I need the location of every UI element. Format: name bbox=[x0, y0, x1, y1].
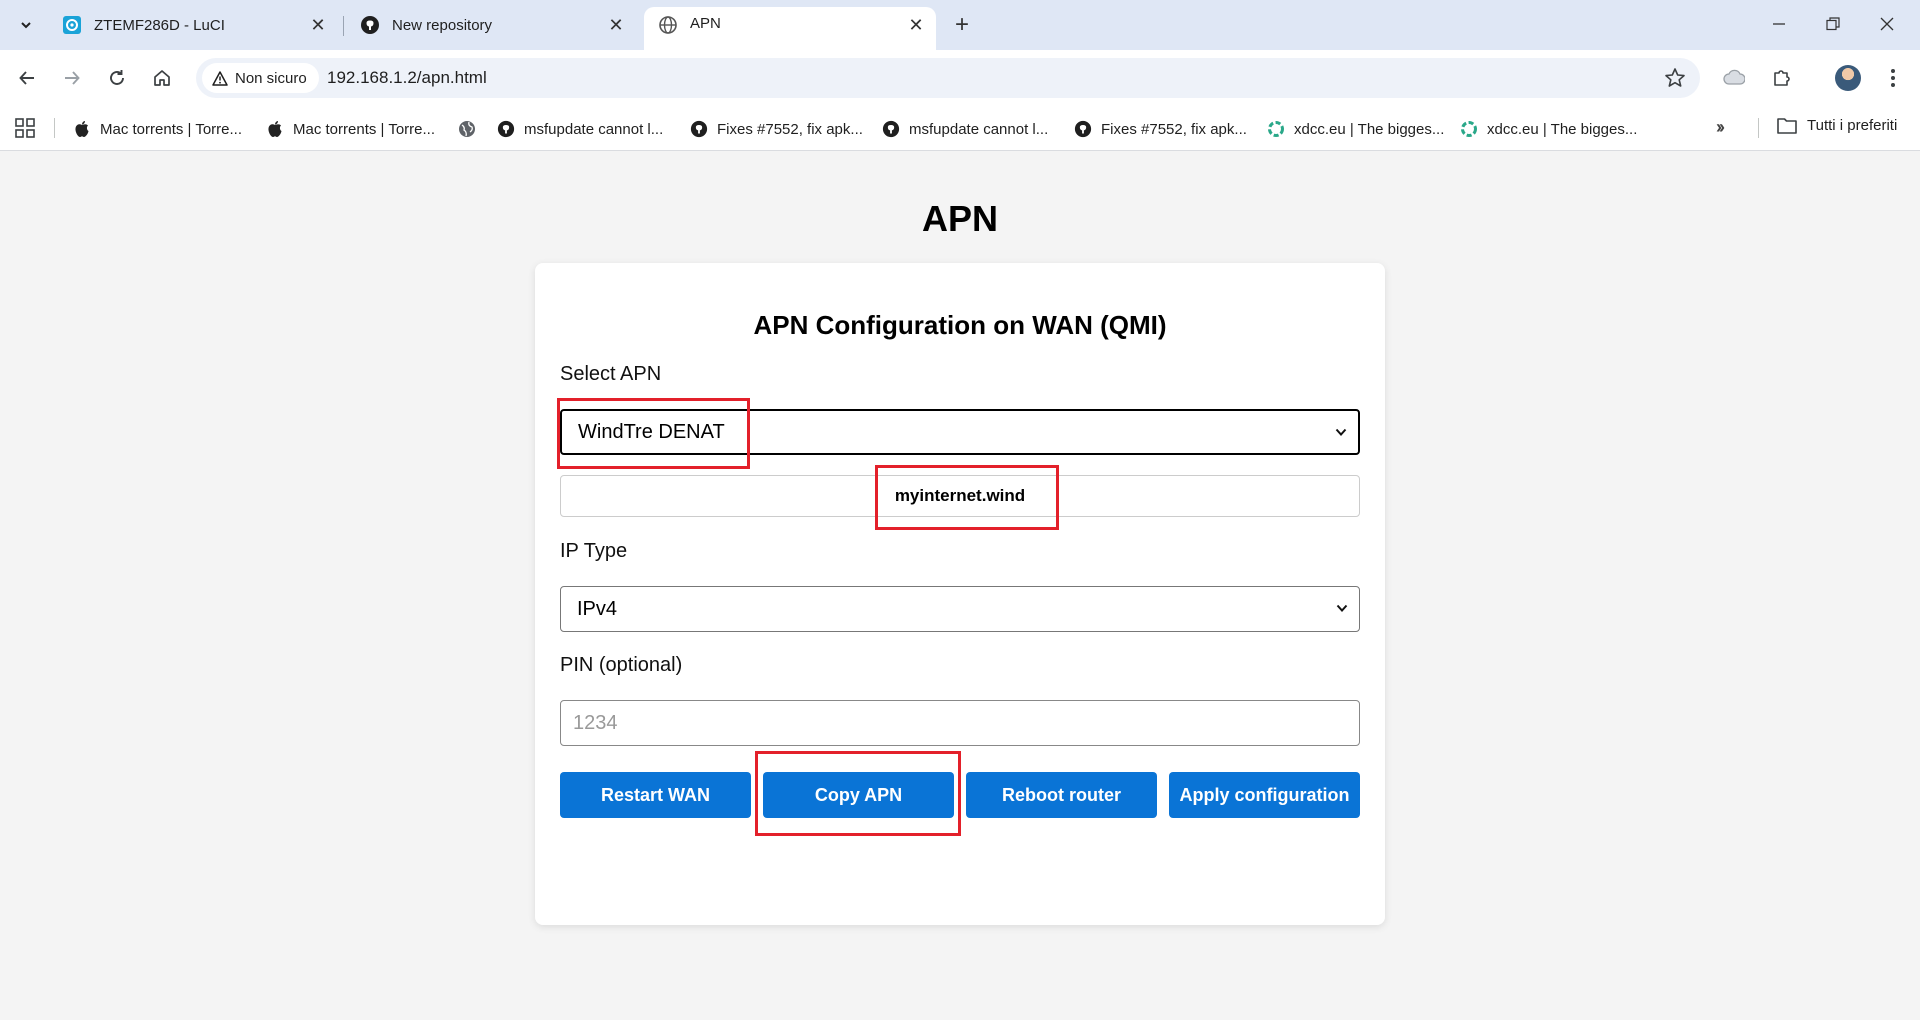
bookmark-item[interactable]: Fixes #7552, fix apk... bbox=[1074, 117, 1247, 141]
arrow-left-icon bbox=[19, 71, 34, 85]
luci-icon bbox=[62, 15, 82, 35]
puzzle-icon bbox=[1774, 70, 1790, 86]
bookmark-label: Fixes #7552, fix apk... bbox=[1101, 120, 1247, 138]
extensions-button[interactable] bbox=[1766, 62, 1798, 94]
tab-title: ZTEMF286D - LuCI bbox=[94, 16, 225, 34]
restore-button[interactable] bbox=[1810, 8, 1856, 40]
back-button[interactable] bbox=[11, 62, 43, 94]
annotation-box-select-apn bbox=[557, 398, 750, 469]
bookmark-item[interactable]: Fixes #7552, fix apk... bbox=[690, 117, 863, 141]
tab-search-button[interactable] bbox=[12, 11, 40, 39]
bookmark-label: msfupdate cannot l... bbox=[909, 120, 1049, 138]
reload-icon bbox=[110, 70, 124, 85]
chevron-down-icon bbox=[1335, 428, 1347, 436]
chevron-down-icon bbox=[21, 22, 31, 29]
home-button[interactable] bbox=[146, 62, 178, 94]
close-icon[interactable]: ✕ bbox=[604, 13, 628, 37]
card-title: APN Configuration on WAN (QMI) bbox=[753, 310, 1167, 340]
tab-luci[interactable]: ZTEMF286D - LuCI ✕ bbox=[48, 7, 338, 43]
tab-title: New repository bbox=[392, 16, 493, 34]
security-chip[interactable]: Non sicuro bbox=[202, 63, 319, 93]
minimize-icon bbox=[1773, 23, 1785, 25]
github-icon bbox=[497, 120, 515, 138]
menu-button[interactable] bbox=[1877, 62, 1909, 94]
ip-type-value: IPv4 bbox=[577, 597, 618, 620]
github-icon bbox=[1074, 120, 1092, 138]
ip-type-label: IP Type bbox=[560, 540, 628, 562]
tab-new-repository[interactable]: New repository ✕ bbox=[346, 7, 636, 43]
chevron-double-right-icon[interactable]: ›› bbox=[1716, 117, 1725, 138]
select-apn-label: Select APN bbox=[560, 363, 662, 385]
annotation-box-apn-value bbox=[875, 465, 1059, 530]
bookmark-item[interactable]: xdcc.eu | The bigges... bbox=[1460, 117, 1637, 141]
pin-input[interactable]: 1234 bbox=[560, 700, 1360, 746]
bookmark-label: Fixes #7552, fix apk... bbox=[717, 120, 863, 138]
forward-button[interactable] bbox=[56, 62, 88, 94]
bookmark-item[interactable] bbox=[458, 117, 485, 141]
address-bar[interactable]: Non sicuro 192.168.1.2/apn.html bbox=[196, 58, 1700, 98]
bookmark-item[interactable]: msfupdate cannot l... bbox=[497, 117, 663, 141]
tab-title: APN bbox=[690, 15, 721, 32]
more-vertical-icon bbox=[1891, 69, 1895, 87]
chevron-down-icon bbox=[1336, 604, 1348, 612]
tab-separator bbox=[343, 16, 344, 36]
bookmark-item[interactable]: Mac torrents | Torre... bbox=[266, 117, 435, 141]
new-tab-button[interactable]: + bbox=[948, 11, 976, 39]
bookmark-item[interactable]: xdcc.eu | The bigges... bbox=[1267, 117, 1444, 141]
github-icon bbox=[690, 120, 708, 138]
apps-grid-icon[interactable] bbox=[14, 117, 36, 139]
bookmark-label: Mac torrents | Torre... bbox=[293, 120, 435, 138]
bookmark-label: Mac torrents | Torre... bbox=[100, 120, 242, 138]
folder-icon bbox=[1777, 118, 1797, 134]
xdcc-icon bbox=[1460, 120, 1478, 138]
all-bookmarks-label: Tutti i preferiti bbox=[1807, 117, 1898, 134]
page-title: APN bbox=[921, 198, 998, 239]
divider bbox=[54, 118, 55, 138]
restart-wan-button[interactable]: Restart WAN bbox=[560, 772, 751, 818]
tab-strip: ZTEMF286D - LuCI ✕ New repository ✕ APN … bbox=[0, 0, 1920, 50]
globe-icon bbox=[658, 15, 678, 35]
bookmarks-bar: Mac torrents | Torre... Mac torrents | T… bbox=[0, 107, 1920, 151]
profile-avatar[interactable] bbox=[1835, 65, 1861, 91]
bookmark-label: xdcc.eu | The bigges... bbox=[1294, 120, 1445, 138]
bookmark-label: xdcc.eu | The bigges... bbox=[1487, 120, 1638, 138]
ip-type-dropdown[interactable]: IPv4 bbox=[560, 586, 1360, 632]
reboot-router-button[interactable]: Reboot router bbox=[966, 772, 1157, 818]
divider bbox=[1758, 118, 1759, 138]
github-icon bbox=[882, 120, 900, 138]
browser-toolbar: Non sicuro 192.168.1.2/apn.html bbox=[0, 50, 1920, 107]
apple-icon bbox=[266, 120, 284, 138]
arrow-right-icon bbox=[65, 71, 80, 85]
window-close-button[interactable] bbox=[1864, 8, 1910, 40]
star-icon[interactable] bbox=[1664, 67, 1686, 89]
bookmark-label: msfupdate cannot l... bbox=[524, 120, 664, 138]
minimize-button[interactable] bbox=[1756, 8, 1802, 40]
bookmark-item[interactable]: Mac torrents | Torre... bbox=[73, 117, 242, 141]
close-icon[interactable]: ✕ bbox=[904, 13, 928, 37]
globe-icon bbox=[458, 120, 476, 138]
reload-button[interactable] bbox=[101, 62, 133, 94]
url-text[interactable]: 192.168.1.2/apn.html bbox=[327, 68, 487, 88]
bookmark-item[interactable]: msfupdate cannot l... bbox=[882, 117, 1048, 141]
extension-cloud-icon bbox=[1723, 69, 1745, 85]
apple-icon bbox=[73, 120, 91, 138]
close-icon[interactable]: ✕ bbox=[306, 13, 330, 37]
github-icon bbox=[360, 15, 380, 35]
extension-button[interactable] bbox=[1718, 62, 1750, 94]
all-bookmarks-button[interactable]: Tutti i preferiti bbox=[1777, 117, 1897, 134]
close-icon bbox=[1880, 17, 1894, 31]
pin-placeholder: 1234 bbox=[573, 711, 618, 734]
security-label: Non sicuro bbox=[235, 69, 307, 87]
annotation-box-copy-apn bbox=[755, 751, 961, 836]
apply-configuration-button[interactable]: Apply configuration bbox=[1169, 772, 1360, 818]
tab-apn[interactable]: APN ✕ bbox=[644, 7, 936, 50]
home-icon bbox=[154, 70, 170, 86]
restore-icon bbox=[1826, 17, 1840, 31]
warning-icon bbox=[212, 70, 228, 86]
pin-label: PIN (optional) bbox=[560, 654, 683, 676]
xdcc-icon bbox=[1267, 120, 1285, 138]
